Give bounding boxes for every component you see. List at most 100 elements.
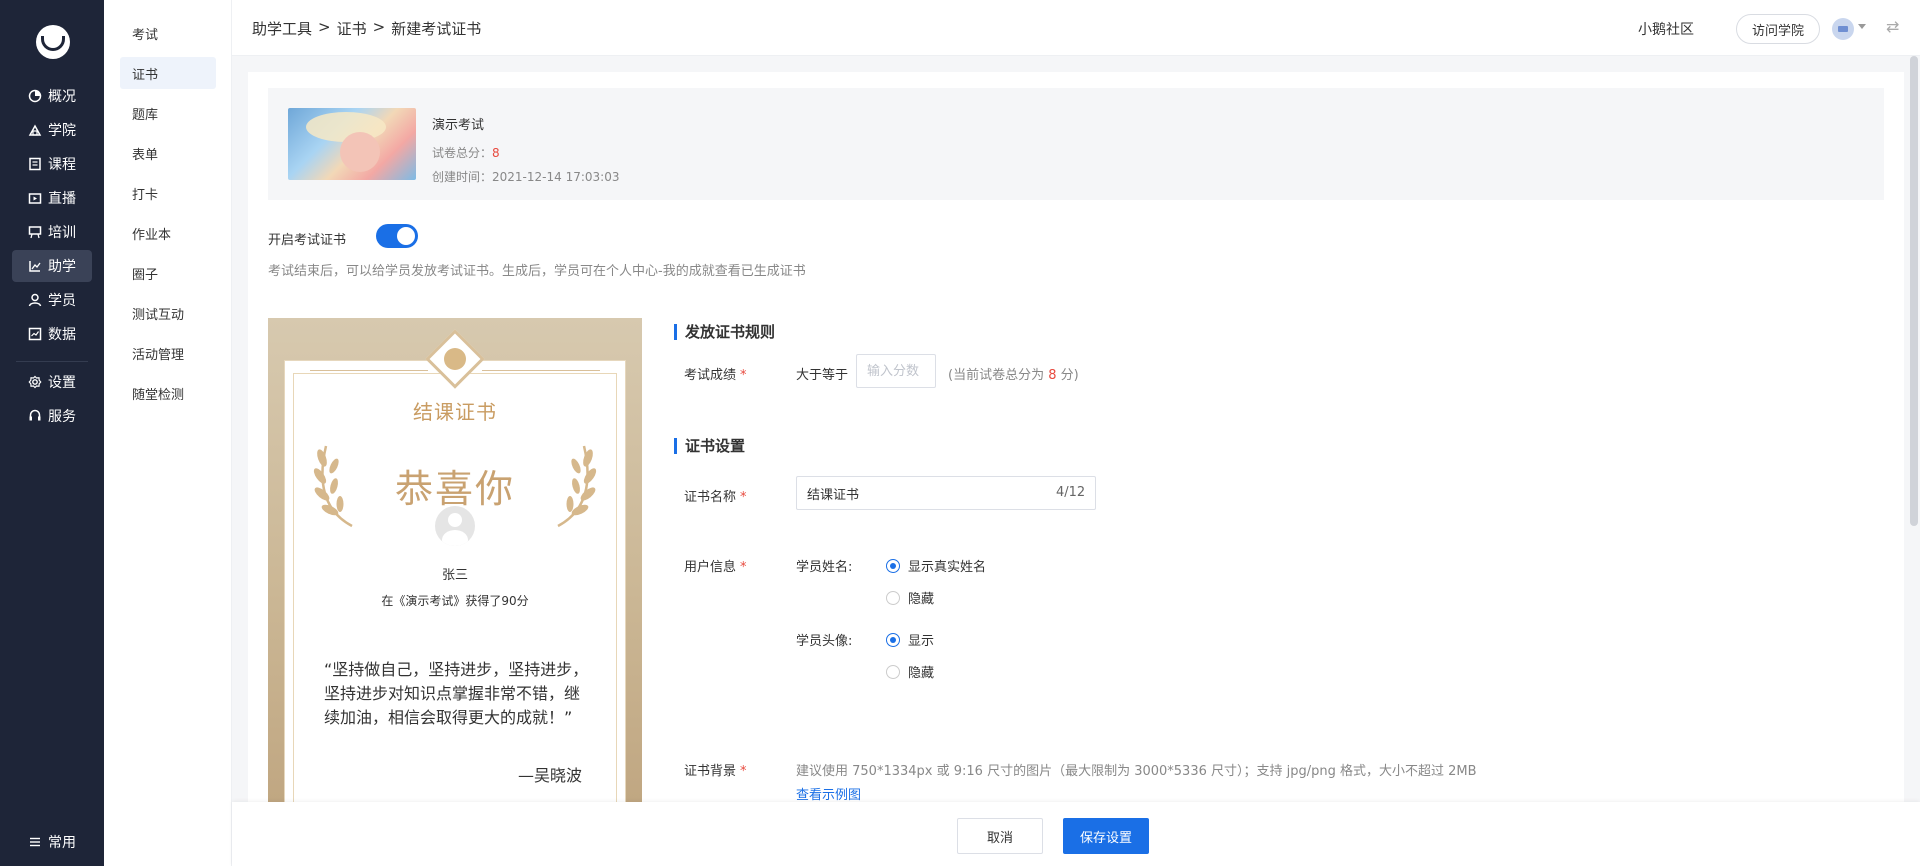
data-icon — [28, 327, 42, 341]
enable-certificate-toggle[interactable] — [376, 224, 418, 248]
nav-item-common[interactable]: 常用 — [12, 826, 92, 858]
nav-item-service[interactable]: 服务 — [12, 400, 92, 432]
breadcrumb-separator: > — [372, 18, 386, 36]
top-header: 助学工具 > 证书 > 新建考试证书 小鹅社区 访问学院 ⇄ — [232, 0, 1920, 56]
nav-item-data[interactable]: 数据 — [12, 318, 92, 350]
nav-item-label: 常用 — [48, 835, 76, 851]
certificate-quote: “坚持做自己，坚持进步，坚持进步，坚持进步对知识点掌握非常不错，继续加油，相信会… — [324, 660, 589, 727]
score-note: (当前试卷总分为 8 分) — [948, 368, 1079, 383]
certificate-paper — [284, 360, 626, 866]
certificate-student-name: 张三 — [441, 568, 468, 583]
nav-item-label: 设置 — [48, 375, 76, 391]
breadcrumb: 助学工具 > 证书 > 新建考试证书 — [252, 18, 481, 39]
name-char-count: 4/12 — [1056, 485, 1086, 500]
submenu-item-question-bank[interactable]: 题库 — [120, 97, 216, 129]
score-input[interactable] — [856, 354, 936, 388]
view-example-link[interactable]: 查看示例图 — [796, 784, 861, 803]
visit-academy-button[interactable]: 访问学院 — [1736, 14, 1820, 44]
submenu-item-quiz-interaction[interactable]: 测试互动 — [120, 297, 216, 329]
page-scrollbar[interactable] — [1910, 56, 1918, 526]
submenu-item-homework[interactable]: 作业本 — [120, 217, 216, 249]
chevron-down-icon[interactable] — [1858, 24, 1866, 29]
score-label: 考试成绩 * — [684, 368, 747, 383]
student-icon — [28, 293, 42, 307]
app-logo[interactable] — [36, 25, 70, 59]
radio-checked-icon — [886, 632, 900, 647]
breadcrumb-current: 新建考试证书 — [391, 20, 482, 38]
toggle-hint: 考试结束后，可以给学员发放考试证书。生成后，学员可在个人中心-我的成就查看已生成… — [268, 264, 806, 279]
nav-item-label: 学员 — [48, 293, 76, 309]
certificate-bg-hint: 建议使用 750*1334px 或 9:16 尺寸的图片（最大限制为 3000*… — [796, 764, 1477, 779]
nav-item-label: 直播 — [48, 191, 76, 207]
submenu-item-circle[interactable]: 圈子 — [120, 257, 216, 289]
exam-cover-image — [288, 108, 416, 180]
radio-show-real-name[interactable]: 显示真实姓名 — [886, 556, 986, 575]
account-avatar[interactable] — [1832, 18, 1854, 40]
certificate-title: 结课证书 — [413, 400, 497, 424]
radio-hide-name[interactable]: 隐藏 — [886, 588, 934, 607]
nav-item-student[interactable]: 学员 — [12, 284, 92, 316]
certificate-signature: —吴晓波 — [518, 766, 583, 785]
radio-hide-avatar[interactable]: 隐藏 — [886, 662, 934, 681]
nav-item-label: 概况 — [48, 89, 76, 105]
settings-section-title: 证书设置 — [674, 438, 745, 454]
submenu-item-exam[interactable]: 考试 — [120, 17, 216, 49]
service-icon — [28, 409, 42, 423]
breadcrumb-certificate[interactable]: 证书 — [337, 18, 367, 39]
nav-item-settings[interactable]: 设置 — [12, 366, 92, 398]
submenu-item-certificate[interactable]: 证书 — [120, 57, 216, 89]
radio-unchecked-icon — [886, 590, 900, 605]
nav-divider — [16, 361, 88, 362]
save-settings-button[interactable]: 保存设置 — [1063, 818, 1149, 854]
nav-item-label: 课程 — [48, 157, 76, 173]
cancel-button[interactable]: 取消 — [957, 818, 1043, 854]
nav-item-academy[interactable]: 学院 — [12, 114, 92, 146]
exam-info-card: 演示考试 试卷总分：8 创建时间：2021-12-14 17:03:03 — [268, 88, 1884, 200]
certificate-preview: 结课证书 恭喜你 张三 在《演示考试》获得了90分 “坚持做自己，坚持进步，坚持… — [268, 318, 642, 866]
sub-menu: 考试 证书 题库 表单 打卡 作业本 圈子 测试互动 活动管理 随堂检测 — [104, 0, 232, 866]
nav-item-training[interactable]: 培训 — [12, 216, 92, 248]
user-info-label: 用户信息 * — [684, 560, 747, 575]
rules-section-title: 发放证书规则 — [674, 324, 775, 340]
nav-item-label: 学院 — [48, 123, 76, 139]
certificate-bg-label: 证书背景 * — [684, 764, 747, 779]
nav-item-label: 数据 — [48, 327, 76, 343]
certificate-name-label: 证书名称 * — [684, 490, 747, 505]
certificate-line — [482, 370, 600, 371]
submenu-item-checkin[interactable]: 打卡 — [120, 177, 216, 209]
nav-item-course[interactable]: 课程 — [12, 148, 92, 180]
submenu-item-classroom-test[interactable]: 随堂检测 — [120, 377, 216, 409]
main-content: 演示考试 试卷总分：8 创建时间：2021-12-14 17:03:03 开启考… — [248, 72, 1904, 866]
footer-bar: 取消 保存设置 — [232, 802, 1920, 866]
trophy-icon — [444, 348, 466, 370]
breadcrumb-study-tools[interactable]: 助学工具 — [252, 18, 312, 39]
student-name-label: 学员姓名: — [796, 560, 853, 575]
student-avatar-icon — [435, 506, 475, 546]
radio-checked-icon — [886, 558, 900, 573]
nav-item-study-aid[interactable]: 助学 — [12, 250, 92, 282]
study-aid-icon — [28, 259, 42, 273]
certificate-line — [310, 370, 428, 371]
radio-show-avatar[interactable]: 显示 — [886, 630, 934, 649]
exam-title: 演示考试 — [432, 118, 485, 133]
settings-icon — [28, 375, 42, 389]
list-icon — [28, 835, 42, 849]
certificate-name-input[interactable] — [796, 476, 1096, 510]
certificate-description: 在《演示考试》获得了90分 — [381, 594, 529, 608]
training-icon — [28, 225, 42, 239]
course-icon — [28, 157, 42, 171]
main-nav: 概况 学院 课程 直播 培训 助学 学员 数据 设置 服务 常用 — [0, 0, 104, 866]
exam-score: 试卷总分：8 — [432, 146, 500, 160]
switch-icon[interactable]: ⇄ — [1886, 17, 1899, 36]
score-prefix: 大于等于 — [796, 368, 849, 383]
nav-item-label: 助学 — [48, 259, 76, 275]
submenu-item-activity[interactable]: 活动管理 — [120, 337, 216, 369]
nav-item-label: 培训 — [48, 225, 76, 241]
nav-item-live[interactable]: 直播 — [12, 182, 92, 214]
student-avatar-label: 学员头像: — [796, 634, 853, 649]
academy-icon — [28, 123, 42, 137]
submenu-item-form[interactable]: 表单 — [120, 137, 216, 169]
radio-unchecked-icon — [886, 664, 900, 679]
community-link[interactable]: 小鹅社区 — [1638, 19, 1694, 39]
nav-item-overview[interactable]: 概况 — [12, 80, 92, 112]
